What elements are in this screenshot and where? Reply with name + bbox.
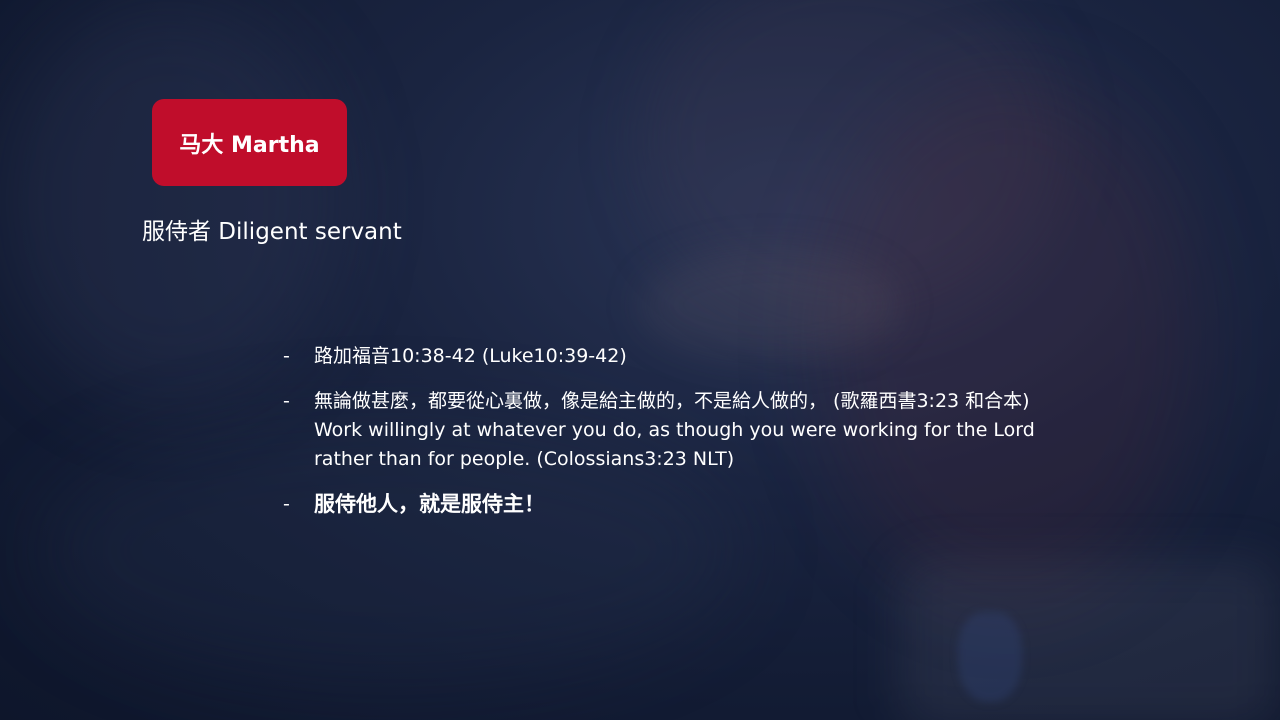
- bullet-dash: -: [283, 390, 290, 412]
- background-figure-left: [0, 0, 340, 400]
- bullet-list: - 路加福音10:38-42 (Luke10:39-42) - 無論做甚麼，都要…: [283, 342, 1063, 520]
- background-figure-robe: [820, 80, 1200, 600]
- list-item-text: 無論做甚麼，都要從心裏做，像是給主做的，不是給人做的， (歌羅西書3:23 和合…: [314, 390, 1035, 470]
- background-cloth: [900, 560, 1280, 720]
- list-item-text: 服侍他人，就是服侍主！: [314, 492, 545, 516]
- background-vase: [958, 612, 1022, 702]
- slide-title: 马大 Martha: [179, 132, 320, 158]
- list-item: - 服侍他人，就是服侍主！: [283, 490, 1063, 520]
- slide-title-badge: 马大 Martha: [152, 99, 347, 186]
- slide: 马大 Martha 服侍者 Diligent servant - 路加福音10:…: [0, 0, 1280, 720]
- slide-subtitle: 服侍者 Diligent servant: [142, 219, 402, 245]
- list-item: - 路加福音10:38-42 (Luke10:39-42): [283, 342, 1063, 371]
- list-item: - 無論做甚麼，都要從心裏做，像是給主做的，不是給人做的， (歌羅西書3:23 …: [283, 387, 1063, 474]
- bullet-dash: -: [283, 345, 290, 367]
- list-item-text: 路加福音10:38-42 (Luke10:39-42): [314, 345, 627, 367]
- bullet-dash: -: [283, 493, 290, 515]
